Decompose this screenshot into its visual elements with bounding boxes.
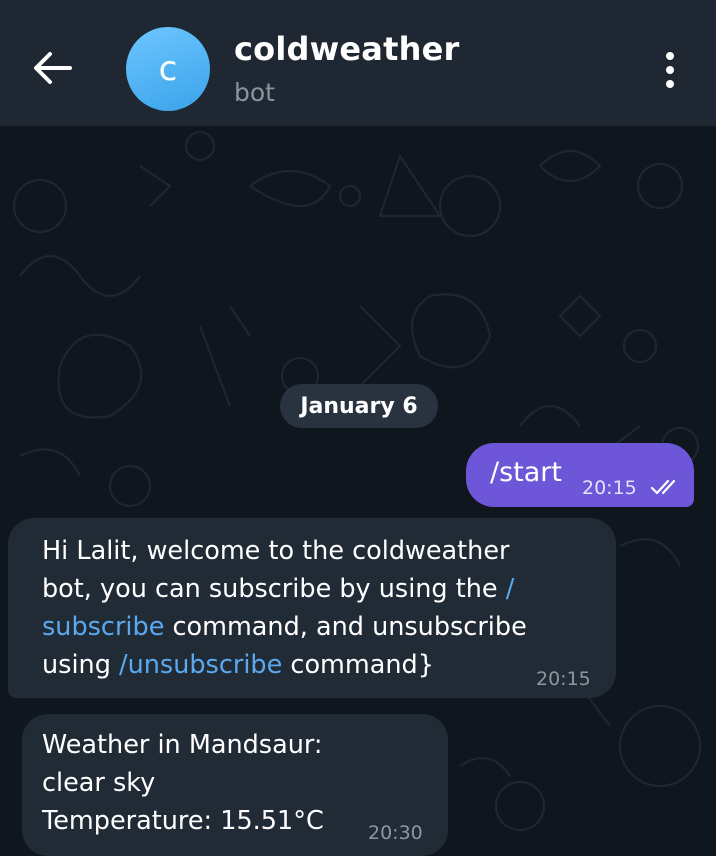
outgoing-message[interactable]: /start 20:15: [466, 443, 694, 507]
avatar-letter: c: [158, 49, 178, 89]
message-line: Temperature: 15.51°C: [42, 806, 324, 836]
message-time: 20:15: [536, 668, 591, 690]
message-line: Hi Lalit, welcome to the coldweather: [42, 536, 510, 566]
chat-header: c coldweather bot: [0, 0, 716, 126]
date-separator: January 6: [280, 384, 438, 428]
command-link[interactable]: subscribe: [42, 612, 164, 642]
message-line: bot, you can subscribe by using the /: [42, 574, 515, 604]
back-arrow-icon: [34, 52, 72, 84]
message-time: 20:15: [582, 477, 637, 499]
message-time: 20:30: [368, 822, 423, 844]
more-menu-button[interactable]: [652, 48, 688, 92]
chat-subtitle: bot: [234, 78, 275, 107]
incoming-message[interactable]: Hi Lalit, welcome to the coldweather bot…: [8, 518, 616, 698]
command-link[interactable]: /: [506, 574, 515, 604]
message-line: clear sky: [42, 768, 156, 798]
back-button[interactable]: [30, 48, 76, 88]
chat-title[interactable]: coldweather: [234, 30, 459, 68]
message-text: /start: [490, 457, 562, 488]
avatar[interactable]: c: [126, 27, 210, 111]
command-link[interactable]: /unsubscribe: [119, 650, 282, 680]
message-line: subscribe command, and unsubscribe: [42, 612, 527, 642]
double-check-icon: [650, 479, 676, 495]
message-line: Weather in Mandsaur:: [42, 730, 323, 760]
message-line: using /unsubscribe command}: [42, 650, 434, 680]
incoming-message[interactable]: Weather in Mandsaur: clear sky Temperatu…: [22, 714, 448, 856]
